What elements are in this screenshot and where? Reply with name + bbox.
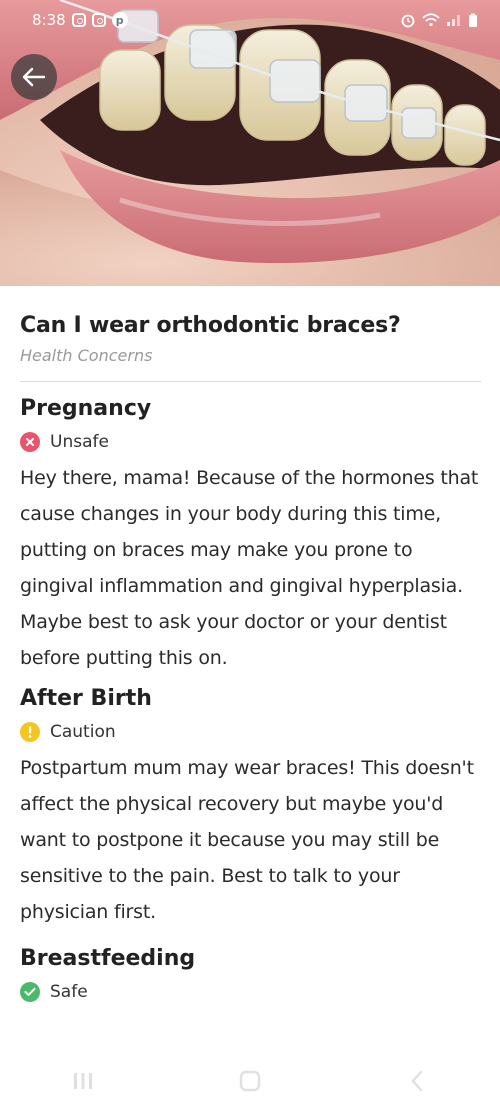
recents-button[interactable] — [68, 1066, 98, 1096]
status-row: Unsafe — [20, 432, 482, 452]
home-icon — [239, 1070, 261, 1092]
status-label-caution: Caution — [50, 722, 116, 742]
article-content: Can I wear orthodontic braces? Health Co… — [20, 286, 482, 1002]
home-button[interactable] — [235, 1066, 265, 1096]
status-bar: 8:38 p — [0, 0, 500, 40]
section-body: Postpartum mum may wear braces! This doe… — [20, 757, 474, 923]
hero-image: 8:38 p — [0, 0, 500, 286]
section-after-birth: After Birth Caution Postpartum mum may w… — [20, 684, 482, 930]
instagram-icon — [71, 13, 86, 27]
braces-photo — [0, 0, 500, 286]
check-circle-icon — [20, 982, 40, 1002]
section-pregnancy: Pregnancy Unsafe Hey there, mama! Becaus… — [20, 394, 482, 676]
category-label: Health Concerns — [20, 346, 153, 365]
status-label-unsafe: Unsafe — [50, 432, 109, 452]
section-title: After Birth — [20, 686, 152, 711]
recents-icon — [74, 1073, 93, 1089]
page-title: Can I wear orthodontic braces? — [20, 313, 401, 338]
section-title: Breastfeeding — [20, 946, 196, 971]
arrow-left-icon — [22, 67, 46, 87]
alarm-icon — [401, 14, 415, 28]
divider — [20, 381, 481, 382]
system-nav-bar — [0, 1051, 500, 1111]
instagram-icon — [91, 13, 106, 27]
wifi-icon — [422, 13, 440, 27]
status-label-safe: Safe — [50, 982, 88, 1002]
status-row: Caution — [20, 722, 482, 742]
x-circle-icon — [20, 432, 40, 452]
back-nav-button[interactable] — [402, 1066, 432, 1096]
signal-icon — [447, 15, 460, 26]
section-body: Hey there, mama! Because of the hormones… — [20, 467, 479, 669]
exclamation-circle-icon — [20, 722, 40, 742]
p-app-icon: p — [111, 12, 128, 28]
status-time: 8:38 — [32, 11, 66, 29]
chevron-left-icon — [411, 1070, 422, 1092]
status-row: Safe — [20, 982, 482, 1002]
battery-icon — [469, 13, 477, 27]
section-title: Pregnancy — [20, 396, 152, 421]
section-breastfeeding: Breastfeeding Safe — [20, 944, 482, 1002]
back-button[interactable] — [11, 54, 57, 100]
